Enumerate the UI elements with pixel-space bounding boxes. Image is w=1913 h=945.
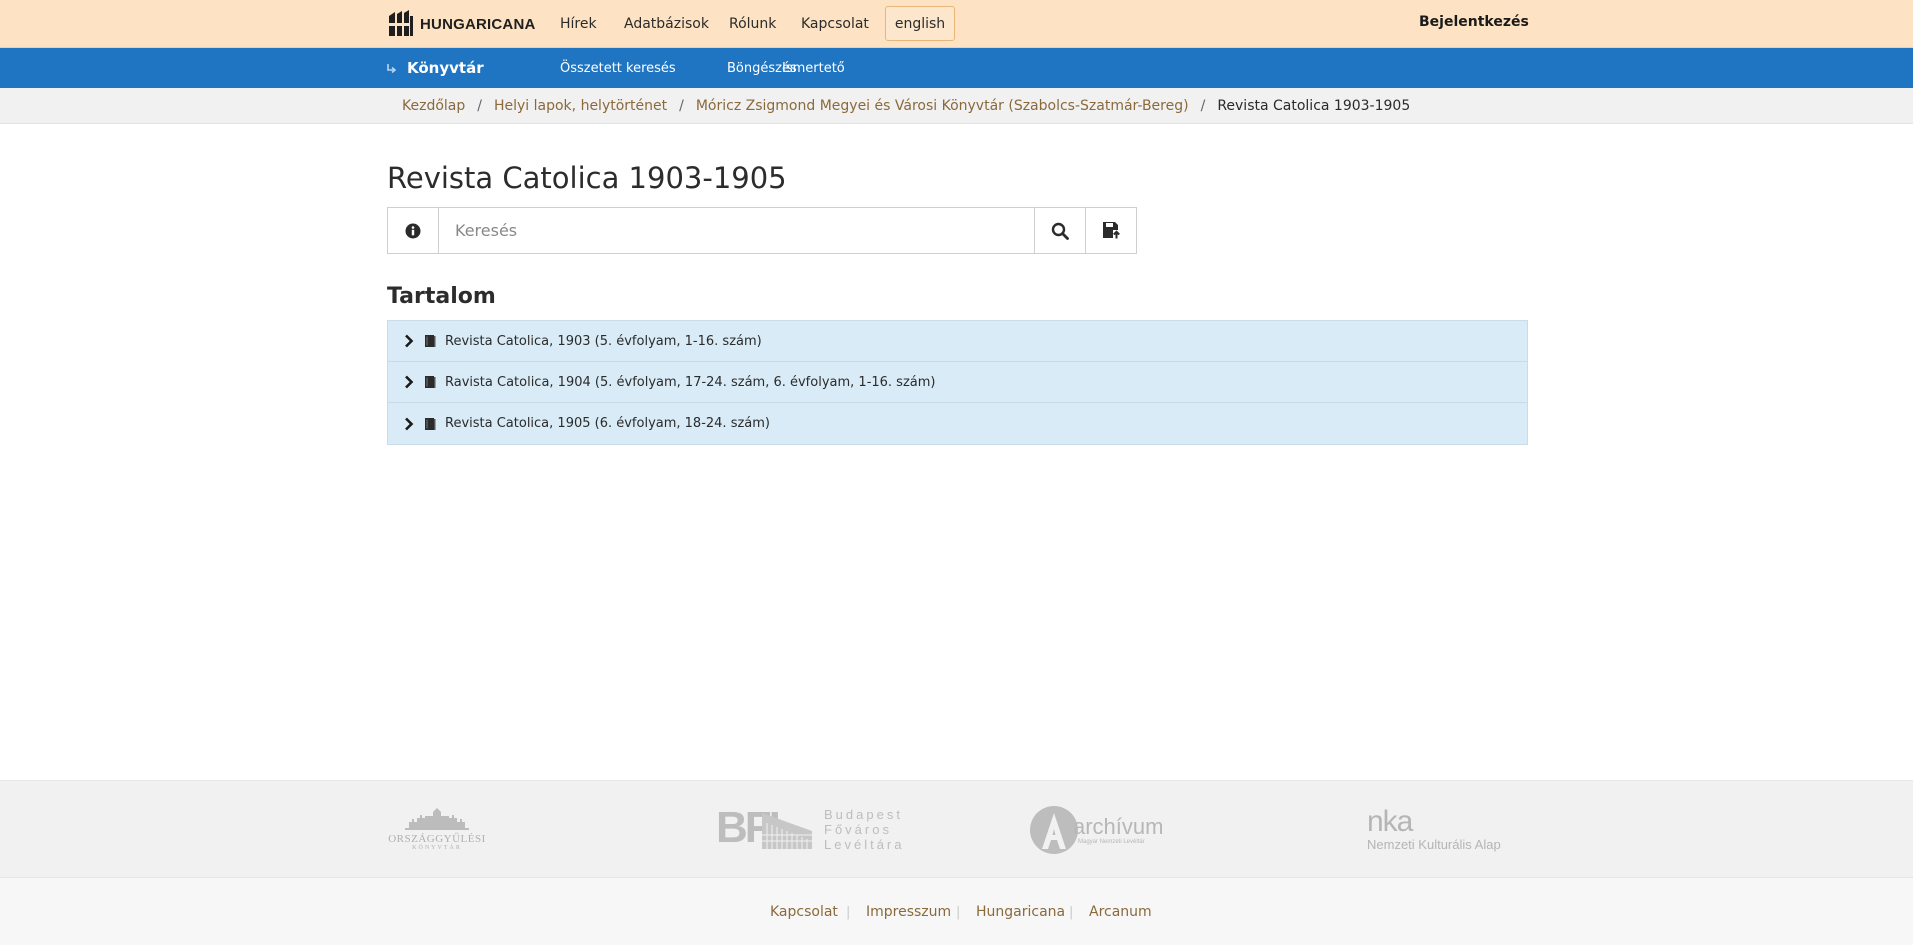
breadcrumb-current: Revista Catolica 1903-1905 xyxy=(1217,98,1411,114)
bfl-mark: BFL xyxy=(716,803,816,853)
tree-item[interactable]: Ravista Catolica, 1904 (5. évfolyam, 17-… xyxy=(388,362,1527,403)
search-input[interactable] xyxy=(439,208,1034,253)
parliament-library-logo[interactable]: ORSZÁGGYŰLÉSI KÖNYVTÁR xyxy=(387,781,487,878)
breadcrumb-separator: / xyxy=(477,98,482,114)
archivum-text: archívum Magyar Nemzeti Levéltár xyxy=(1073,813,1164,845)
nka-text: Nemzeti Kulturális Alap xyxy=(1367,837,1501,852)
nka-logo[interactable]: nka Nemzeti Kulturális Alap xyxy=(1367,781,1529,878)
parliament-building-icon xyxy=(405,808,469,830)
bfl-line-3: Levéltára xyxy=(824,837,905,852)
breadcrumb-separator: / xyxy=(679,98,684,114)
chevron-right-icon[interactable] xyxy=(404,375,414,389)
bfl-line-1: Budapest xyxy=(824,807,903,822)
footer-separator: | xyxy=(1069,904,1074,920)
footer-link-contact[interactable]: Kapcsolat xyxy=(770,878,838,945)
footer-links: Kapcsolat | Impresszum | Hungaricana | A… xyxy=(0,877,1913,945)
tree-item[interactable]: Revista Catolica, 1905 (6. évfolyam, 18-… xyxy=(388,403,1527,444)
search-help-button[interactable] xyxy=(388,208,439,253)
nav-item-about[interactable]: Rólunk xyxy=(729,16,776,32)
archivum-subtitle: Magyar Nemzeti Levéltár xyxy=(1078,838,1145,845)
breadcrumb-local-papers[interactable]: Helyi lapok, helytörténet xyxy=(494,98,667,114)
partner-logos: ORSZÁGGYŰLÉSI KÖNYVTÁR BFL Budapest Fővá… xyxy=(0,780,1913,877)
contents-tree: Revista Catolica, 1903 (5. évfolyam, 1-1… xyxy=(387,320,1528,445)
tree-item-label[interactable]: Ravista Catolica, 1904 (5. évfolyam, 17-… xyxy=(445,375,935,390)
info-icon xyxy=(405,223,421,238)
top-header: HUNGARICANA Hírek Adatbázisok Rólunk Kap… xyxy=(0,0,1913,48)
tree-item[interactable]: Revista Catolica, 1903 (5. évfolyam, 1-1… xyxy=(388,321,1527,362)
footer-separator: | xyxy=(956,904,961,920)
library-bar: Könyvtár Összetett keresés Böngészés Ism… xyxy=(0,48,1913,88)
parliament-logo-subtext: KÖNYVTÁR xyxy=(412,845,462,851)
parliament-logo-text: ORSZÁGGYŰLÉSI xyxy=(388,833,486,845)
bfl-logo-text: Budapest Főváros Levéltára xyxy=(824,807,904,852)
footer-link-hungaricana[interactable]: Hungaricana xyxy=(976,878,1065,945)
search-bar xyxy=(387,207,1137,254)
page-title: Revista Catolica 1903-1905 xyxy=(387,161,787,195)
search-icon xyxy=(1051,222,1069,240)
breadcrumb-bar: Kezdőlap / Helyi lapok, helytörténet / M… xyxy=(0,88,1913,124)
bfl-logo[interactable]: BFL Budapest Főváros Levéltára xyxy=(716,781,906,878)
book-icon xyxy=(425,335,436,347)
nav-description[interactable]: Ismertető xyxy=(782,61,845,76)
brand-link[interactable]: HUNGARICANA xyxy=(387,10,536,38)
bfl-line-2: Főváros xyxy=(824,822,892,837)
breadcrumb-home[interactable]: Kezdőlap xyxy=(402,98,465,114)
breadcrumb: Kezdőlap / Helyi lapok, helytörténet / M… xyxy=(402,88,1410,124)
save-search-icon xyxy=(1102,222,1120,239)
breadcrumb-library[interactable]: Móricz Zsigmond Megyei és Városi Könyvtá… xyxy=(696,98,1189,114)
book-icon xyxy=(425,417,436,430)
login-link[interactable]: Bejelentkezés xyxy=(1419,14,1529,30)
library-home-link[interactable]: Könyvtár xyxy=(387,48,484,88)
chevron-right-icon[interactable] xyxy=(404,417,414,431)
footer-link-impressum[interactable]: Impresszum xyxy=(866,878,951,945)
nav-item-contact[interactable]: Kapcsolat xyxy=(801,16,869,32)
nav-item-news[interactable]: Hírek xyxy=(560,16,597,32)
hungaricana-logo-icon xyxy=(389,10,413,36)
book-icon xyxy=(425,376,436,388)
tree-item-label[interactable]: Revista Catolica, 1903 (5. évfolyam, 1-1… xyxy=(445,334,762,349)
tree-item-label[interactable]: Revista Catolica, 1905 (6. évfolyam, 18-… xyxy=(445,416,770,431)
footer-link-arcanum[interactable]: Arcanum xyxy=(1089,878,1152,945)
save-search-button[interactable] xyxy=(1085,208,1136,253)
archivum-a-icon xyxy=(1030,805,1078,854)
arrow-icon xyxy=(387,64,397,73)
footer-separator: | xyxy=(846,904,851,920)
archivum-title: archívum xyxy=(1073,813,1164,839)
bfl-grid-icon xyxy=(762,812,812,849)
library-title: Könyvtár xyxy=(407,59,484,77)
chevron-right-icon[interactable] xyxy=(404,334,414,348)
nka-mark: nka xyxy=(1367,805,1413,838)
nav-item-databases[interactable]: Adatbázisok xyxy=(624,16,709,32)
brand-name: HUNGARICANA xyxy=(420,15,536,33)
archivum-logo[interactable]: archívum Magyar Nemzeti Levéltár xyxy=(1029,781,1179,878)
breadcrumb-separator: / xyxy=(1200,98,1206,114)
contents-title: Tartalom xyxy=(387,284,496,309)
nav-advanced-search[interactable]: Összetett keresés xyxy=(560,61,676,76)
language-button[interactable]: english xyxy=(885,6,955,41)
search-button[interactable] xyxy=(1034,208,1085,253)
